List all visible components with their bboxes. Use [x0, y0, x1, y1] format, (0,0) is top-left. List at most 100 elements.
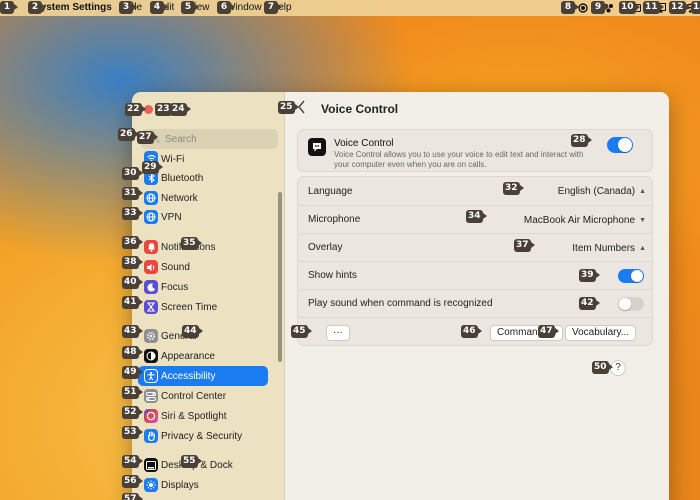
sidebar-item-label: Siri & Spotlight — [161, 410, 227, 422]
microphone-popup[interactable]: MacBook Air Microphone ▼ — [524, 213, 646, 227]
sidebar-item-displays[interactable]: Displays — [138, 475, 268, 495]
sidebar-item-appearance[interactable]: Appearance — [138, 346, 268, 366]
content-pane: Voice Control Voice Control Voice Contro… — [285, 92, 669, 500]
sidebar-item-notifications[interactable]: Notifications — [138, 237, 268, 257]
show-hints-row: Show hints — [298, 261, 654, 289]
search-placeholder: Search — [165, 133, 197, 145]
voice-control-description: Voice Control allows you to use your voi… — [334, 150, 584, 169]
sidebar-item-label: Focus — [161, 281, 189, 293]
play-sound-toggle[interactable] — [618, 297, 644, 311]
hourglass-icon — [144, 300, 158, 314]
sidebar-item-network[interactable]: Network — [138, 188, 268, 208]
badge: 28 — [571, 134, 591, 147]
badge: 56 — [122, 475, 142, 488]
dock-icon — [144, 458, 158, 472]
badge: 2 — [28, 1, 46, 14]
sidebar-item-label: Control Center — [161, 390, 227, 402]
overlay-value: Item Numbers — [572, 242, 636, 254]
language-label: Language — [308, 185, 353, 197]
badge: 3 — [119, 1, 137, 14]
sidebar-item-label: Displays — [161, 479, 199, 491]
badge: 27 — [137, 131, 157, 144]
sidebar-item-label: Network — [161, 192, 198, 204]
badge: 22 — [125, 103, 145, 116]
sidebar-item-label: Bluetooth — [161, 172, 204, 184]
badge: 5 — [181, 1, 199, 14]
sidebar-item-desktop-dock[interactable]: Desktop & Dock — [138, 455, 268, 475]
sidebar-item-vpn[interactable]: VPN — [138, 207, 268, 227]
sidebar-item-label: Accessibility — [161, 370, 216, 382]
badge: 47 — [538, 325, 558, 338]
badge: 44 — [182, 325, 202, 338]
badge: 9 — [591, 1, 609, 14]
badge: 49 — [122, 366, 142, 379]
badge: 39 — [579, 269, 599, 282]
overlay-label: Overlay — [308, 242, 343, 253]
badge: 6 — [217, 1, 235, 14]
more-options-button[interactable]: ··· — [326, 325, 350, 341]
badge: 26 — [118, 128, 138, 141]
voice-control-card: Voice Control Voice Control allows you t… — [297, 129, 653, 172]
badge: 38 — [122, 256, 142, 269]
badge: 45 — [291, 325, 311, 338]
system-settings-window: 🔍︎ Search Wi-Fi Bluetooth Network VP — [132, 92, 669, 500]
show-hints-toggle[interactable] — [618, 269, 644, 283]
sidebar-item-label: Wi-Fi — [161, 153, 185, 165]
badge: 1 — [0, 1, 18, 14]
sidebar: 🔍︎ Search Wi-Fi Bluetooth Network VP — [132, 92, 285, 500]
badge: 31 — [122, 187, 142, 200]
badge: 48 — [122, 346, 142, 359]
sidebar-item-label: Sound — [161, 261, 190, 273]
globe-icon — [144, 191, 158, 205]
sidebar-item-privacy-security[interactable]: Privacy & Security — [138, 426, 268, 446]
sidebar-item-sound[interactable]: Sound — [138, 257, 268, 277]
sidebar-item-label: Privacy & Security — [161, 430, 243, 442]
sidebar-item-control-center[interactable]: Control Center — [138, 386, 268, 406]
sun-icon — [144, 478, 158, 492]
language-row: Language English (Canada) ▲ — [298, 177, 654, 205]
voice-control-icon — [308, 138, 326, 156]
show-hints-label: Show hints — [308, 270, 357, 281]
badge: 40 — [122, 276, 142, 289]
voice-control-toggle[interactable] — [607, 137, 633, 153]
chevron-up-down-icon: ▲ — [639, 244, 646, 252]
badge: 13 — [691, 1, 700, 14]
search-field[interactable]: 🔍︎ Search — [141, 129, 278, 149]
overlay-row: Overlay Item Numbers ▲ — [298, 233, 654, 261]
badge: 33 — [122, 207, 142, 220]
hand-icon — [144, 429, 158, 443]
globe-icon — [144, 210, 158, 224]
chevron-up-down-icon: ▲ — [639, 187, 646, 195]
badge: 4 — [150, 1, 168, 14]
page-title: Voice Control — [321, 102, 399, 116]
sidebar-scrollbar[interactable] — [278, 192, 282, 362]
language-popup[interactable]: English (Canada) ▲ — [558, 184, 646, 198]
bell-icon — [144, 240, 158, 254]
moon-icon — [144, 280, 158, 294]
sidebar-item-label: Appearance — [161, 350, 215, 362]
badge: 10 — [619, 1, 639, 14]
play-sound-label: Play sound when command is recognized — [308, 298, 493, 309]
sidebar-item-screen-time[interactable]: Screen Time — [138, 297, 268, 317]
play-sound-row: Play sound when command is recognized — [298, 289, 654, 317]
badge: 24 — [170, 103, 190, 116]
badge: 42 — [579, 297, 599, 310]
sidebar-item-accessibility[interactable]: Accessibility — [138, 366, 268, 386]
badge: 32 — [503, 182, 523, 195]
sidebar-item-siri-spotlight[interactable]: Siri & Spotlight — [138, 406, 268, 426]
back-button[interactable] — [297, 100, 311, 116]
badge: 52 — [122, 406, 142, 419]
badge: 46 — [461, 325, 481, 338]
badge: 35 — [181, 237, 201, 250]
vocabulary-button[interactable]: Vocabulary... — [565, 325, 637, 341]
badge: 36 — [122, 236, 142, 249]
chevron-down-icon: ▼ — [639, 216, 646, 224]
badge: 12 — [669, 1, 689, 14]
sidebar-item-focus[interactable]: Focus — [138, 277, 268, 297]
overlay-popup[interactable]: Item Numbers ▲ — [572, 241, 646, 255]
sidebar-item-general[interactable]: General — [138, 326, 268, 346]
badge: 7 — [264, 1, 282, 14]
badge: 50 — [592, 361, 612, 374]
microphone-label: Microphone — [308, 214, 361, 225]
gear-icon — [144, 329, 158, 343]
